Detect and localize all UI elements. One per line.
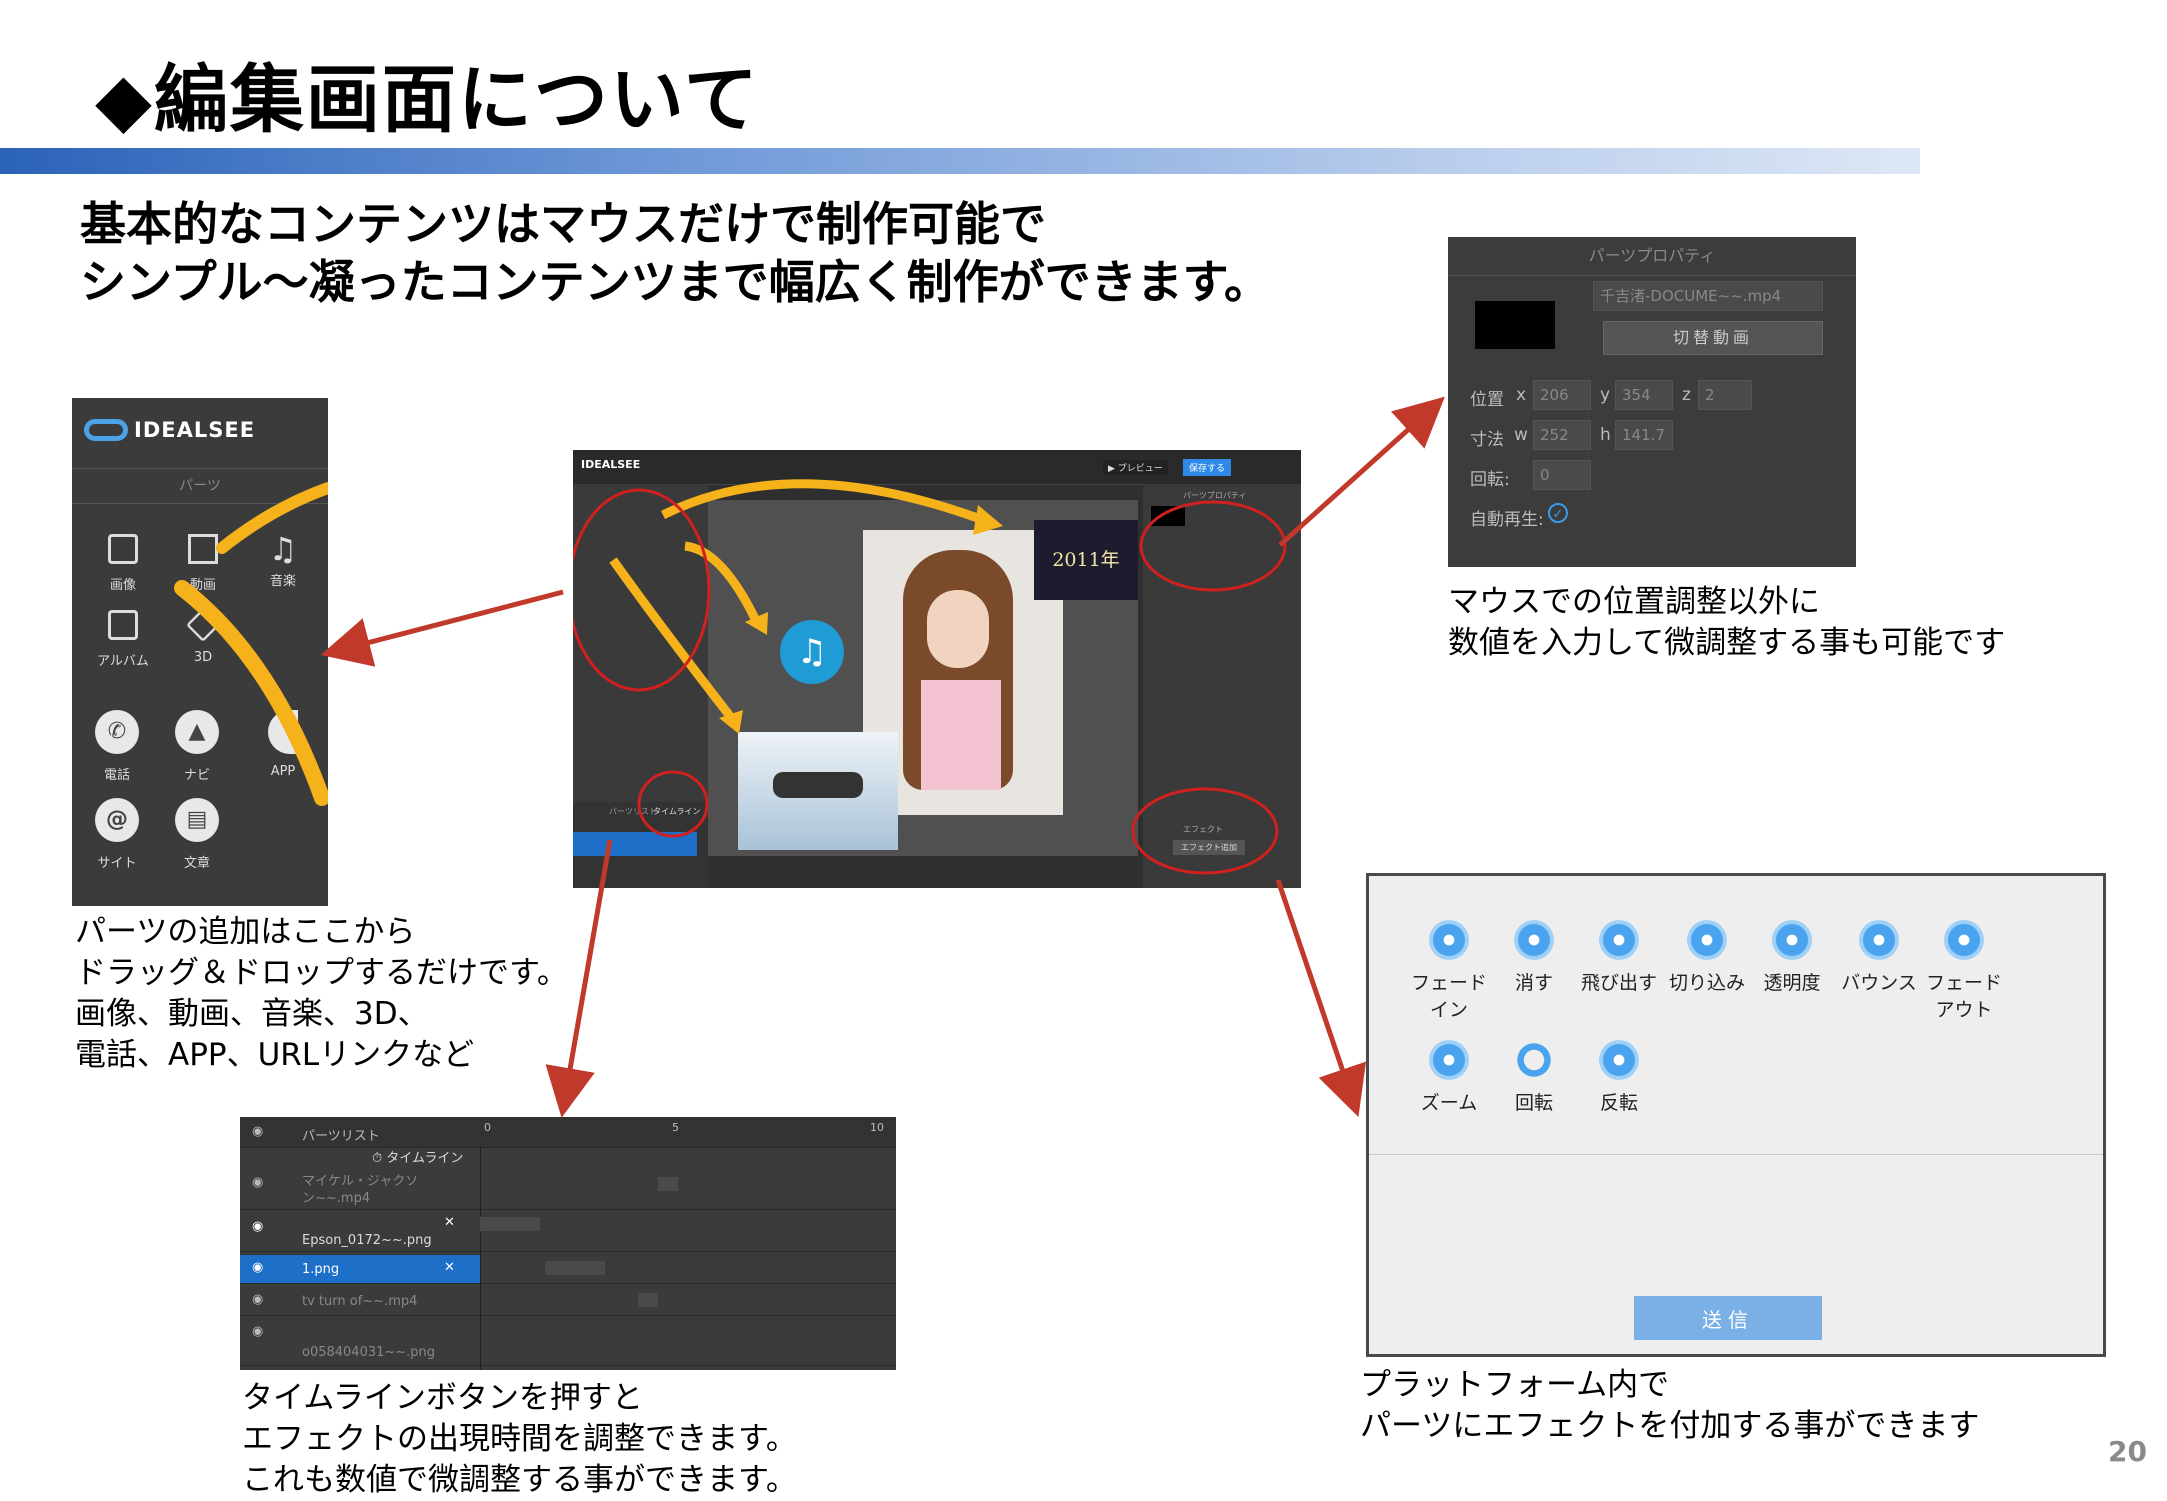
timeline-row[interactable]: ◉ Epson_0172~~.png ✕ bbox=[240, 1213, 896, 1252]
send-button[interactable]: 送信 bbox=[1634, 1296, 1822, 1340]
property-panel: パーツプロパティ 千吉渚-DOCUME~~.mp4 切替動画 位置 x 206 … bbox=[1448, 237, 1856, 567]
effect-burst-icon bbox=[1944, 920, 1984, 960]
arrow-to-props bbox=[1278, 396, 1445, 547]
effect-bounce[interactable]: バウンス bbox=[1839, 920, 1919, 997]
effect-burst-icon bbox=[1687, 920, 1727, 960]
editor-screenshot: IDEALSEE ▶ プレビュー 保存する ♫ 2011年 パーツプロパティ エ… bbox=[573, 450, 1301, 888]
timeline-bar[interactable] bbox=[658, 1177, 678, 1191]
effect-burst-icon bbox=[1429, 920, 1469, 960]
effect-fade-in[interactable]: フェードイン bbox=[1409, 920, 1489, 1024]
x-input[interactable]: 206 bbox=[1533, 380, 1591, 410]
eye-icon: ◉ bbox=[252, 1124, 264, 1139]
rotation-input[interactable]: 0 bbox=[1533, 460, 1591, 490]
effects-divider bbox=[1369, 1154, 2103, 1155]
caption-timeline: タイムラインボタンを押すと エフェクトの出現時間を調整できます。 これも数値で微… bbox=[242, 1380, 797, 1498]
clock-icon: ⏱ bbox=[372, 1151, 383, 1166]
z-input[interactable]: 2 bbox=[1698, 380, 1752, 410]
timeline-bar[interactable] bbox=[545, 1261, 605, 1275]
remove-icon[interactable]: ✕ bbox=[444, 1260, 455, 1275]
effect-burst-icon bbox=[1599, 1040, 1639, 1080]
effect-burst-icon bbox=[1772, 920, 1812, 960]
timeline-button[interactable]: ⏱ タイムライン bbox=[372, 1147, 463, 1166]
effect-burst-icon bbox=[1429, 1040, 1469, 1080]
arrow-to-parts bbox=[320, 589, 564, 667]
effect-erase[interactable]: 消す bbox=[1494, 920, 1574, 997]
caption-effects: プラットフォーム内で パーツにエフェクトを付加する事ができます bbox=[1360, 1367, 1980, 1444]
lead-line-2: シンプル～凝ったコンテンツまで幅広く制作ができます。 bbox=[80, 255, 1271, 309]
autoplay-checkbox[interactable]: ✓ bbox=[1548, 503, 1568, 523]
effect-cut-in[interactable]: 切り込み bbox=[1667, 920, 1747, 997]
effect-burst-icon bbox=[1599, 920, 1639, 960]
page-number: 20 bbox=[2108, 1435, 2147, 1468]
drag-arrow-overlay bbox=[174, 482, 328, 806]
effect-burst-icon bbox=[1859, 920, 1899, 960]
effect-burst-icon bbox=[1514, 920, 1554, 960]
effects-panel: フェードイン 消す 飛び出す 切り込み 透明度 バウンス フェードアウト ズーム… bbox=[1366, 873, 2106, 1357]
effect-opacity[interactable]: 透明度 bbox=[1752, 920, 1832, 997]
arrow-to-effects bbox=[1275, 879, 1367, 1117]
timeline-bar[interactable] bbox=[480, 1217, 540, 1231]
rotate-icon bbox=[1514, 1040, 1554, 1080]
effect-pop-out[interactable]: 飛び出す bbox=[1579, 920, 1659, 997]
y-input[interactable]: 354 bbox=[1615, 380, 1673, 410]
timeline-panel: ◉ パーツリスト 0 5 10 ⏱ タイムライン ◉ マイケル・ジャクソン~~.… bbox=[240, 1117, 896, 1370]
slide-title: ◆編集画面について bbox=[95, 57, 760, 143]
effect-zoom[interactable]: ズーム bbox=[1409, 1040, 1489, 1117]
timeline-row[interactable]: ◉ tv turn of~~.mp4 bbox=[240, 1287, 896, 1316]
lead-line-1: 基本的なコンテンツはマウスだけで制作可能で bbox=[80, 197, 1046, 251]
editor-arrow-overlay bbox=[573, 479, 1287, 875]
effect-flip[interactable]: 反転 bbox=[1579, 1040, 1659, 1117]
effect-rotate[interactable]: 回転 bbox=[1494, 1040, 1574, 1117]
timeline-row[interactable]: ◉ o058404031~~.png bbox=[240, 1319, 896, 1366]
property-header: パーツプロパティ bbox=[1448, 237, 1856, 276]
effect-fade-out[interactable]: フェードアウト bbox=[1924, 920, 2004, 1024]
height-input[interactable]: 141.7 bbox=[1615, 420, 1673, 450]
filename-field[interactable]: 千吉渚-DOCUME~~.mp4 bbox=[1593, 281, 1823, 311]
width-input[interactable]: 252 bbox=[1533, 420, 1591, 450]
title-underline-bar bbox=[0, 148, 1920, 174]
parts-panel: IDEALSEE パーツ 画像 動画 ♫ 音楽 アルバム 3D ✆ 電話 ▲ ナビ A… bbox=[72, 398, 328, 906]
timeline-bar[interactable] bbox=[638, 1293, 658, 1307]
remove-icon[interactable]: ✕ bbox=[444, 1215, 455, 1230]
timeline-header: ◉ パーツリスト 0 5 10 bbox=[240, 1117, 896, 1148]
caption-parts: パーツの追加はここから ドラッグ＆ドロップするだけです。 画像、動画、音楽、3D… bbox=[75, 914, 568, 1073]
timeline-row[interactable]: ◉ マイケル・ジャクソン~~.mp4 bbox=[240, 1169, 896, 1210]
switch-video-button[interactable]: 切替動画 bbox=[1603, 321, 1823, 355]
video-preview-swatch bbox=[1475, 301, 1555, 349]
caption-props: マウスでの位置調整以外に 数値を入力して微調整する事も可能です bbox=[1448, 584, 2006, 661]
